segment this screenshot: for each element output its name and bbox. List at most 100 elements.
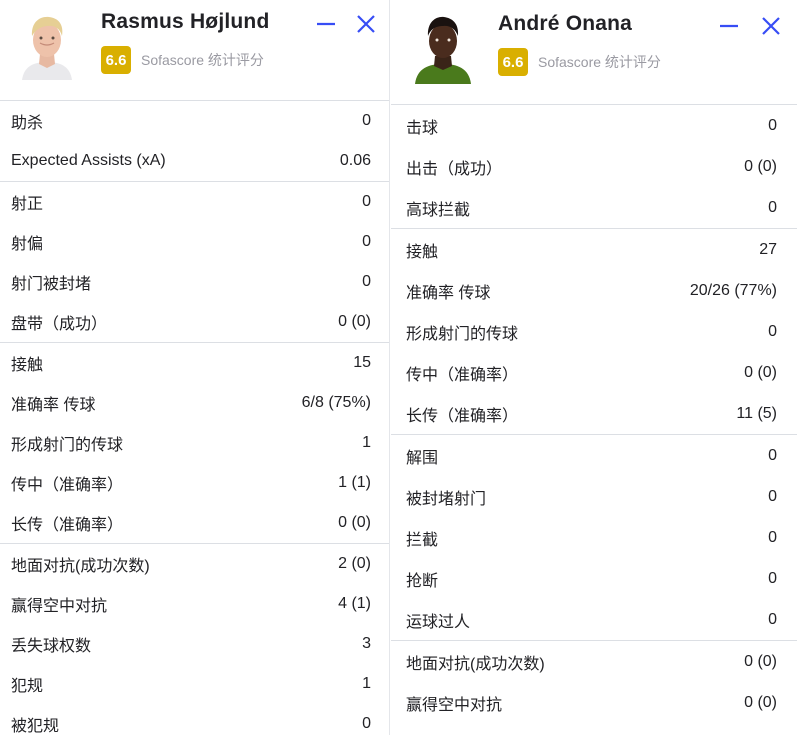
close-button[interactable] — [759, 14, 783, 38]
stat-row: 犯规 1 — [0, 664, 390, 704]
stat-row: 击球 0 — [391, 105, 797, 146]
stat-label: 丢失球权数 — [11, 638, 92, 655]
rating-row: 6.6 Sofascore 统计评分 — [101, 46, 264, 74]
stat-group: 接触 15 准确率 传球 6/8 (75%) 形成射门的传球 1 传中（准确率） 1 (1) 长… — [0, 342, 390, 543]
stat-label: 拦截 — [406, 531, 439, 549]
stat-value: 1 (1) — [338, 474, 371, 491]
player-stats-panel-onana: André Onana 6.6 Sofascore 统计评分 击球 0 出击（成功）… — [391, 0, 797, 735]
rating-source-label: Sofascore 统计评分 — [141, 52, 264, 68]
stat-value: 11 (5) — [736, 404, 777, 422]
stat-value: 0 — [768, 198, 777, 216]
stat-value: 27 — [759, 240, 777, 258]
stat-label: Expected Assists (xA) — [11, 152, 166, 169]
stat-value: 0 (0) — [744, 157, 777, 175]
stat-label: 地面对抗(成功次数) — [406, 655, 545, 673]
stat-value: 1 — [362, 675, 371, 692]
close-icon — [762, 17, 780, 35]
stat-value: 0 — [768, 610, 777, 628]
stat-label: 击球 — [406, 119, 439, 137]
stat-group: 助杀 0 Expected Assists (xA) 0.06 — [0, 100, 390, 181]
stat-label: 被封堵射门 — [406, 490, 487, 508]
player-avatar — [18, 10, 76, 80]
stat-value: 0 (0) — [744, 652, 777, 670]
stat-label: 准确率 传球 — [11, 397, 96, 414]
stat-value: 0 — [768, 322, 777, 340]
stat-row: 准确率 传球 20/26 (77%) — [391, 270, 797, 311]
stat-row: 地面对抗(成功次数) 2 (0) — [0, 544, 390, 584]
stat-label: 运球过人 — [406, 613, 471, 631]
stat-group: 射正 0 射偏 0 射门被封堵 0 盘带（成功） 0 (0) — [0, 181, 390, 342]
stat-value: 0 — [768, 446, 777, 464]
stat-value: 0 — [768, 569, 777, 587]
stat-row: 被犯规 0 — [0, 704, 390, 735]
stat-row: 传中（准确率） 0 (0) — [391, 352, 797, 393]
stat-row: 长传（准确率） 0 (0) — [0, 503, 390, 543]
stat-row: 接触 15 — [0, 343, 390, 383]
stat-row: 形成射门的传球 1 — [0, 423, 390, 463]
panel-divider — [389, 0, 390, 735]
player-name: André Onana — [498, 12, 633, 35]
close-button[interactable] — [354, 12, 378, 36]
stat-row: 射门被封堵 0 — [0, 262, 390, 302]
stat-group: 接触 27 准确率 传球 20/26 (77%) 形成射门的传球 0 传中（准确率） 0 (0… — [391, 228, 797, 434]
stat-value: 0.06 — [339, 152, 371, 169]
stat-label: 赢得空中对抗 — [406, 696, 503, 714]
stat-value: 0 — [362, 715, 371, 732]
player-photo — [413, 10, 473, 84]
stat-value: 0 — [362, 193, 371, 210]
stat-value: 0 (0) — [338, 514, 371, 531]
stat-label: 接触 — [11, 357, 44, 374]
stat-row: 传中（准确率） 1 (1) — [0, 463, 390, 503]
stat-value: 0 — [362, 273, 371, 290]
stat-row: 被封堵射门 0 — [391, 476, 797, 517]
stat-row: 准确率 传球 6/8 (75%) — [0, 383, 390, 423]
stat-label: 形成射门的传球 — [406, 325, 519, 343]
minimize-icon — [720, 24, 738, 28]
player-header: André Onana 6.6 Sofascore 统计评分 — [391, 0, 797, 104]
stat-label: 犯规 — [11, 678, 44, 695]
stat-row: 射正 0 — [0, 182, 390, 222]
stat-label: 出击（成功） — [406, 160, 503, 178]
stat-label: 长传（准确率） — [11, 517, 124, 534]
stat-row: 射偏 0 — [0, 222, 390, 262]
stat-label: 抢断 — [406, 572, 439, 590]
stat-group: 地面对抗(成功次数) 0 (0) 赢得空中对抗 0 (0) — [391, 640, 797, 723]
stat-row: 运球过人 0 — [391, 599, 797, 640]
rating-badge: 6.6 — [498, 48, 528, 76]
stat-label: 射门被封堵 — [11, 276, 92, 293]
stat-row: 出击（成功） 0 (0) — [391, 146, 797, 187]
stat-group: 击球 0 出击（成功） 0 (0) 高球拦截 0 — [391, 104, 797, 228]
stat-value: 20/26 (77%) — [689, 281, 777, 299]
stat-label: 地面对抗(成功次数) — [11, 558, 150, 575]
close-icon — [357, 15, 375, 33]
minimize-button[interactable] — [717, 14, 741, 38]
stat-label: 形成射门的传球 — [11, 437, 124, 454]
stat-row: 形成射门的传球 0 — [391, 311, 797, 352]
player-photo — [18, 10, 76, 80]
stat-value: 0 — [768, 116, 777, 134]
stat-label: 盘带（成功） — [11, 316, 108, 333]
rating-source-label: Sofascore 统计评分 — [538, 54, 661, 70]
stat-value: 0 (0) — [338, 313, 371, 330]
minimize-button[interactable] — [314, 12, 338, 36]
stat-value: 2 (0) — [338, 555, 371, 572]
stat-row: 赢得空中对抗 4 (1) — [0, 584, 390, 624]
stat-label: 赢得空中对抗 — [11, 598, 108, 615]
rating-row: 6.6 Sofascore 统计评分 — [498, 48, 661, 76]
stat-value: 6/8 (75%) — [301, 394, 371, 411]
stat-row: 丢失球权数 3 — [0, 624, 390, 664]
stat-group: 地面对抗(成功次数) 2 (0) 赢得空中对抗 4 (1) 丢失球权数 3 犯规 1 被犯规 0 — [0, 543, 390, 735]
stat-value: 0 — [768, 487, 777, 505]
player-header: Rasmus Højlund 6.6 Sofascore 统计评分 — [0, 0, 390, 100]
stat-row: 助杀 0 — [0, 101, 390, 141]
stat-row: Expected Assists (xA) 0.06 — [0, 141, 390, 181]
stat-group: 解围 0 被封堵射门 0 拦截 0 抢断 0 运球过人 0 — [391, 434, 797, 640]
stat-label: 被犯规 — [11, 718, 60, 735]
stats-list: 助杀 0 Expected Assists (xA) 0.06 射正 0 射偏 0 射门被封堵 0… — [0, 100, 390, 735]
stat-label: 传中（准确率） — [11, 477, 124, 494]
stat-label: 解围 — [406, 449, 439, 467]
stat-value: 0 (0) — [744, 693, 777, 711]
stat-row: 拦截 0 — [391, 517, 797, 558]
stat-label: 射正 — [11, 196, 44, 213]
stat-value: 4 (1) — [338, 595, 371, 612]
